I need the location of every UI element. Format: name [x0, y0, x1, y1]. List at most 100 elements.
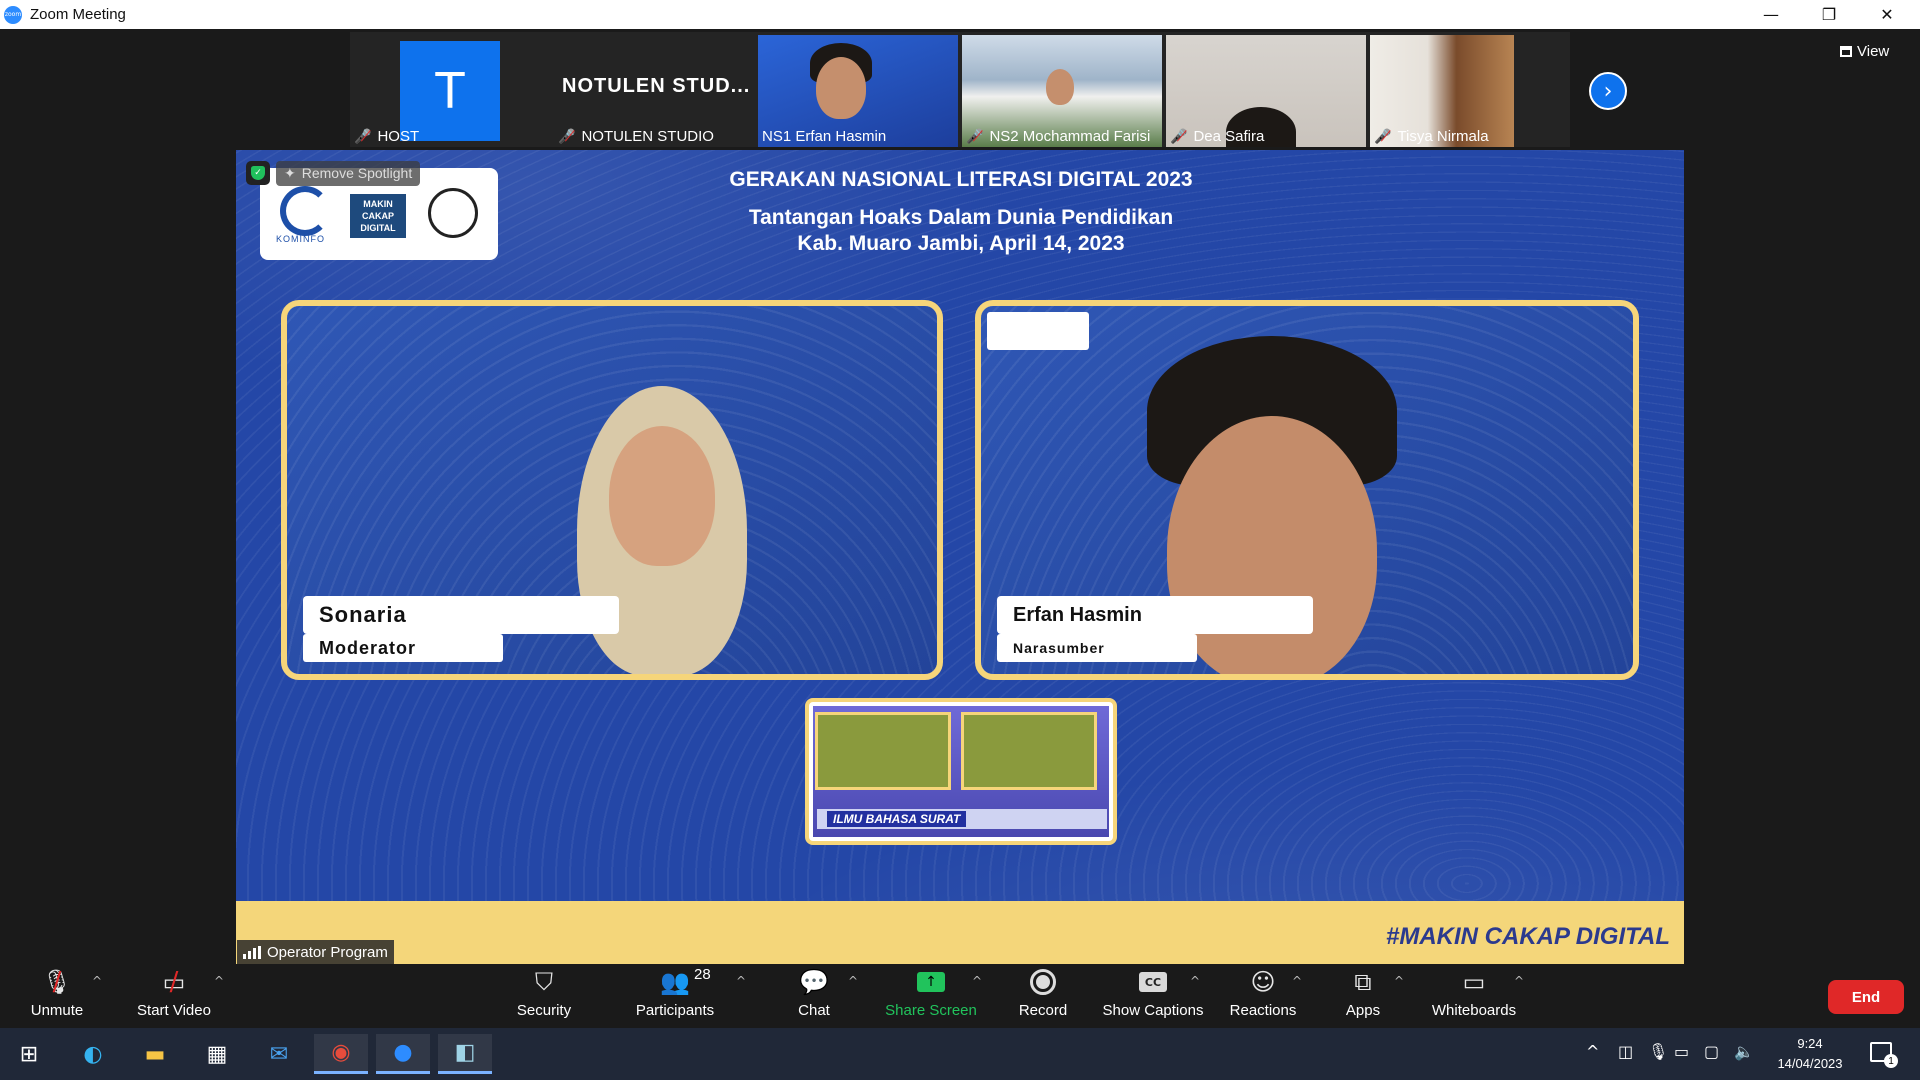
- system-clock[interactable]: 9:24 14/04/2023: [1768, 1034, 1852, 1074]
- video-feed-face: [1046, 69, 1074, 105]
- minimize-button[interactable]: —: [1742, 0, 1800, 29]
- chat-icon: 💬: [799, 968, 829, 996]
- avatar: T: [400, 41, 500, 141]
- mic-muted-icon: 🎤̸: [1170, 128, 1188, 145]
- video-feed-face: [816, 57, 866, 119]
- smiley-icon: ☺: [1250, 968, 1276, 996]
- start-video-button[interactable]: ▭ / Start Video: [132, 964, 216, 1028]
- unmute-button[interactable]: 🎙 / Unmute: [26, 964, 88, 1028]
- whiteboard-icon: ▭: [1462, 968, 1486, 996]
- chat-options-caret[interactable]: ^: [848, 974, 858, 988]
- volume-icon[interactable]: 🔈: [1734, 1042, 1754, 1061]
- restore-button[interactable]: ❐: [1800, 0, 1858, 29]
- stream-preview-monitor: ILMU BAHASA SURAT: [805, 698, 1117, 845]
- clock-date: 14/04/2023: [1777, 1056, 1843, 1071]
- share-screen-icon: ↑: [917, 972, 945, 992]
- apps-button[interactable]: ⧉ Apps: [1340, 964, 1386, 1028]
- mic-muted-icon: 🎤̸: [966, 128, 984, 145]
- zoom-taskbar-icon[interactable]: ●: [376, 1034, 430, 1074]
- view-grid-icon: [1840, 45, 1852, 57]
- microphone-tray-icon[interactable]: 🎙: [1648, 1042, 1668, 1061]
- participant-tile[interactable]: 🎤̸ Dea Safira: [1166, 35, 1366, 147]
- siberkreasi-logo: [428, 188, 478, 238]
- reactions-button[interactable]: ☺ Reactions: [1228, 964, 1298, 1028]
- speaker-name-tag: Erfan Hasmin: [997, 596, 1313, 634]
- chevron-right-icon[interactable]: ›: [1589, 72, 1627, 110]
- remove-spotlight-label: Remove Spotlight: [301, 165, 413, 181]
- preview-ticker-text: ILMU BAHASA SURAT: [827, 811, 967, 827]
- camera-tray-icon[interactable]: ◫: [1618, 1042, 1633, 1061]
- microsoft-store-icon[interactable]: ▦: [190, 1034, 244, 1074]
- unmute-label: Unmute: [30, 1002, 84, 1019]
- participants-options-caret[interactable]: ^: [736, 974, 746, 988]
- meeting-area: T 🎤̸ HOST NOTULEN STUD... 🎤̸ NOTULEN STU…: [0, 29, 1920, 965]
- windows-taskbar: ⊞ ◐ ▬ ▦ ✉ ◉ ● ◧ ^ ◫ 🎙 ▭ ▢ 🔈 9:24 14/04/2…: [0, 1028, 1920, 1080]
- battery-icon[interactable]: ▭: [1674, 1042, 1689, 1061]
- participant-label: 🎤̸ HOST: [354, 128, 419, 145]
- logo-line: DIGITAL: [360, 223, 396, 233]
- captions-options-caret[interactable]: ^: [1190, 974, 1200, 988]
- windows-start-icon[interactable]: ⊞: [2, 1034, 56, 1074]
- record-button[interactable]: Record: [1016, 964, 1070, 1028]
- video-options-caret[interactable]: ^: [214, 974, 224, 988]
- whiteboards-label: Whiteboards: [1431, 1002, 1517, 1019]
- security-label: Security: [516, 1002, 572, 1019]
- preview-cam-right: [961, 712, 1097, 790]
- audio-options-caret[interactable]: ^: [92, 974, 102, 988]
- share-screen-button[interactable]: ↑ Share Screen: [885, 964, 977, 1028]
- logo-line: CAKAP: [361, 211, 394, 221]
- makin-cakap-digital-logo: MAKIN CAKAP DIGITAL: [350, 194, 406, 238]
- chat-label: Chat: [798, 1002, 830, 1019]
- event-title-block: GERAKAN NASIONAL LITERASI DIGITAL 2023 T…: [536, 168, 1386, 256]
- security-button[interactable]: ⛉ Security: [512, 964, 576, 1028]
- captions-icon: CC: [1139, 972, 1167, 992]
- mail-icon[interactable]: ✉: [252, 1034, 306, 1074]
- whiteboards-options-caret[interactable]: ^: [1514, 974, 1524, 988]
- remove-spotlight-button[interactable]: ✦ Remove Spotlight: [276, 160, 421, 186]
- event-location-date: Kab. Muaro Jambi, April 14, 2023: [797, 232, 1125, 255]
- mic-muted-icon: 🎤̸: [1374, 128, 1392, 145]
- whiteboards-button[interactable]: ▭ Whiteboards: [1430, 964, 1518, 1028]
- participant-tile[interactable]: NS1 Erfan Hasmin: [758, 35, 958, 147]
- kominfo-logo-text: KOMINFO: [276, 234, 325, 244]
- notification-count: 1: [1884, 1054, 1898, 1068]
- clock-time: 9:24: [1797, 1036, 1823, 1051]
- view-label: View: [1857, 42, 1890, 60]
- participant-tile[interactable]: 🎤̸ Tisya Nirmala: [1370, 35, 1514, 147]
- start-video-label: Start Video: [137, 1002, 211, 1019]
- end-meeting-button[interactable]: End: [1828, 980, 1904, 1014]
- speaker-face: [1167, 416, 1377, 674]
- event-topic: Tantangan Hoaks Dalam Dunia Pendidikan: [748, 206, 1174, 229]
- view-button[interactable]: View: [1840, 38, 1910, 64]
- participants-button[interactable]: 👥 28 Participants: [632, 964, 718, 1028]
- participant-name: NS1 Erfan Hasmin: [762, 128, 887, 145]
- window-title: Zoom Meeting: [30, 6, 126, 23]
- chevron-up-icon[interactable]: ^: [1586, 1042, 1599, 1061]
- meeting-toolbar: 🎙 / Unmute ^ ▭ / Start Video ^ ⛉ Security …: [0, 964, 1920, 1028]
- operator-name: Operator Program: [267, 943, 388, 961]
- chat-button[interactable]: 💬 Chat: [792, 964, 836, 1028]
- logo-line: MAKIN: [363, 199, 393, 209]
- network-icon[interactable]: ▢: [1704, 1042, 1719, 1061]
- zoom-app-icon: zoom: [4, 5, 22, 24]
- mic-muted-icon: 🎙 /: [41, 967, 73, 997]
- participant-tile[interactable]: NOTULEN STUD... 🎤̸ NOTULEN STUDIO: [554, 35, 754, 147]
- share-options-caret[interactable]: ^: [972, 974, 982, 988]
- participant-name: NOTULEN STUDIO: [581, 128, 714, 145]
- shield-check-icon: ✓: [246, 161, 270, 185]
- close-button[interactable]: ✕: [1858, 0, 1916, 29]
- spotlight-controls: ✓ ✦ Remove Spotlight: [246, 160, 421, 186]
- reactions-options-caret[interactable]: ^: [1292, 974, 1302, 988]
- notes-app-icon[interactable]: ◧: [438, 1034, 492, 1074]
- sponsor-logos-small: [987, 312, 1089, 350]
- reactions-label: Reactions: [1229, 1002, 1297, 1019]
- kominfo-logo: [280, 186, 330, 236]
- apps-options-caret[interactable]: ^: [1394, 974, 1404, 988]
- signal-bars-icon: [243, 945, 261, 959]
- participant-tile[interactable]: 🎤̸ NS2 Mochammad Farisi: [962, 35, 1162, 147]
- file-explorer-icon[interactable]: ▬: [128, 1034, 182, 1074]
- participant-tile[interactable]: T 🎤̸ HOST: [350, 35, 550, 147]
- edge-browser-icon[interactable]: ◐: [66, 1034, 120, 1074]
- chrome-icon[interactable]: ◉: [314, 1034, 368, 1074]
- participant-name: Dea Safira: [1193, 128, 1265, 145]
